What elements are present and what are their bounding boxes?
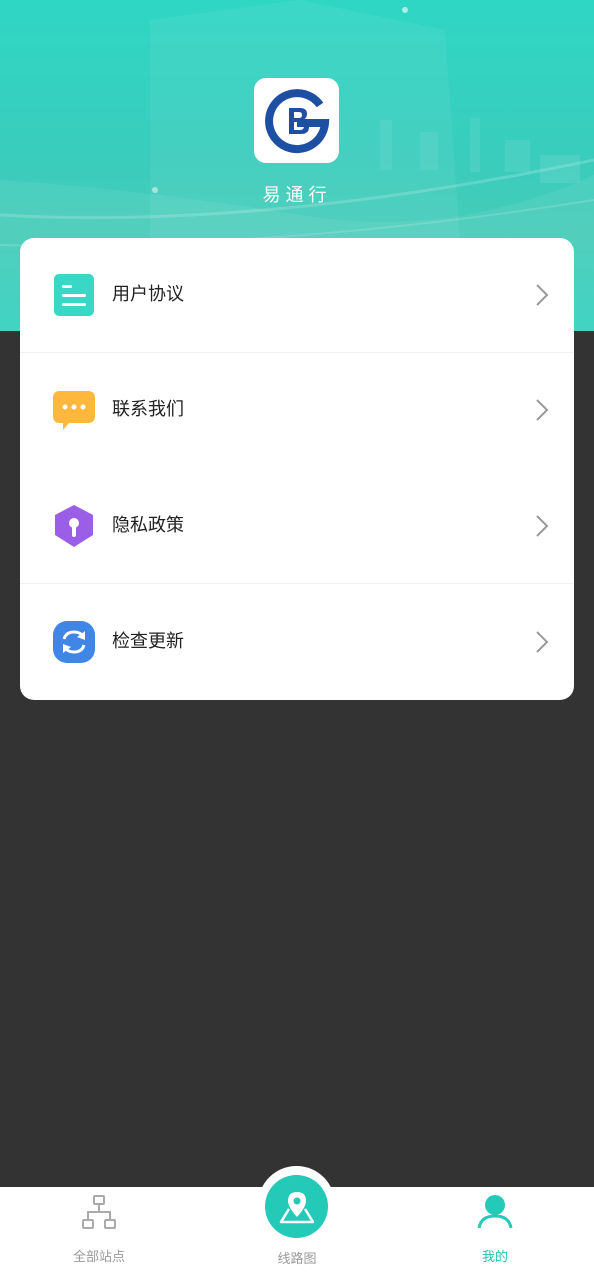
tab-all-stations[interactable]: 全部站点 (49, 1187, 149, 1280)
network-icon (82, 1195, 116, 1229)
user-icon (477, 1195, 513, 1229)
menu-item-check-update[interactable]: 检查更新 (20, 585, 574, 700)
tab-label: 线路图 (277, 1252, 317, 1267)
document-icon (54, 274, 94, 316)
app-logo (254, 78, 339, 163)
menu-item-label: 检查更新 (112, 631, 184, 652)
menu-item-label: 隐私政策 (112, 515, 184, 536)
chevron-right-icon (536, 631, 549, 653)
map-pin-icon (279, 1191, 314, 1223)
menu-item-privacy-policy[interactable]: 隐私政策 (20, 469, 574, 584)
menu-item-label: 联系我们 (112, 399, 184, 420)
beijing-subway-logo-icon (264, 88, 329, 153)
chat-bubble-icon (53, 391, 95, 430)
app-name: 易通行 (262, 185, 332, 206)
tab-mine[interactable]: 我的 (445, 1187, 545, 1280)
menu-item-user-agreement[interactable]: 用户协议 (20, 238, 574, 353)
tab-label: 全部站点 (72, 1250, 125, 1265)
shield-lock-icon (55, 505, 93, 547)
chevron-right-icon (536, 284, 549, 306)
menu-item-label: 用户协议 (112, 284, 184, 305)
settings-menu: 用户协议 联系我们 隐私政策 检查更新 (20, 238, 574, 700)
tab-label: 我的 (481, 1250, 508, 1265)
refresh-icon (53, 621, 95, 663)
chevron-right-icon (536, 515, 549, 537)
menu-item-contact-us[interactable]: 联系我们 (20, 353, 574, 468)
chevron-right-icon (536, 399, 549, 421)
route-map-button[interactable] (265, 1175, 328, 1238)
